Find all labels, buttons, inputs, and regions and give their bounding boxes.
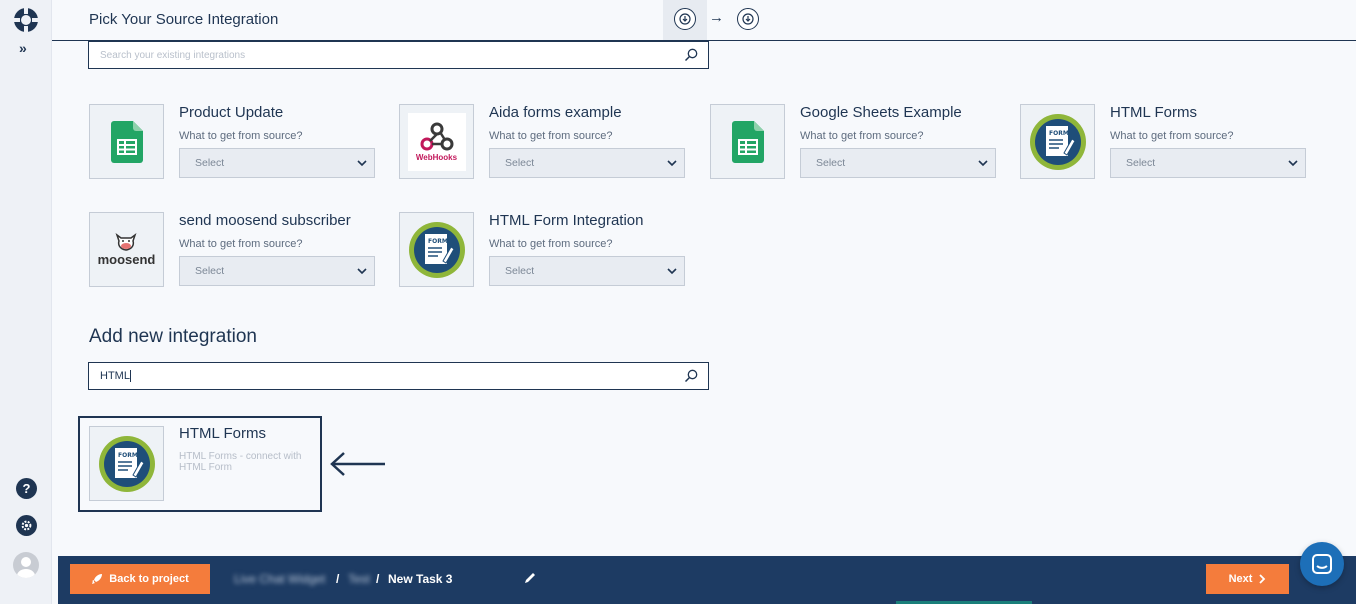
breadcrumb-project[interactable]: Live Chat Widget bbox=[234, 572, 325, 586]
next-button-label: Next bbox=[1228, 573, 1253, 585]
integration-card-aida-forms[interactable]: WebHooks Aida forms example What to get … bbox=[399, 104, 689, 180]
webhooks-icon-label: WebHooks bbox=[415, 153, 458, 162]
integration-name: Aida forms example bbox=[489, 104, 622, 121]
moosend-icon-label: moosend bbox=[97, 252, 156, 267]
select-value: Select bbox=[1126, 157, 1156, 169]
integration-thumb bbox=[89, 104, 164, 179]
select-value: Select bbox=[195, 157, 225, 169]
source-step-icon[interactable] bbox=[674, 8, 696, 30]
back-to-project-button[interactable]: Back to project bbox=[70, 564, 210, 594]
integration-name: Google Sheets Example bbox=[800, 104, 962, 121]
select-value: Select bbox=[505, 157, 535, 169]
settings-icon[interactable] bbox=[16, 515, 37, 536]
integration-name: HTML Forms bbox=[1110, 104, 1197, 121]
help-icon[interactable]: ? bbox=[16, 478, 37, 499]
chat-widget-button[interactable] bbox=[1300, 542, 1344, 586]
next-button[interactable]: Next bbox=[1206, 564, 1289, 594]
source-question-label: What to get from source? bbox=[800, 130, 924, 142]
source-select[interactable]: Select bbox=[1110, 148, 1306, 178]
expand-sidebar-icon[interactable]: » bbox=[19, 40, 27, 56]
chat-icon bbox=[1312, 554, 1332, 574]
source-select[interactable]: Select bbox=[489, 148, 685, 178]
add-new-integration-title: Add new integration bbox=[89, 326, 257, 347]
new-integration-search[interactable]: HTML bbox=[88, 362, 709, 390]
source-select[interactable]: Select bbox=[800, 148, 996, 178]
breadcrumb-separator: / bbox=[336, 572, 340, 586]
svg-text:FORM: FORM bbox=[118, 452, 138, 459]
svg-text:FORM: FORM bbox=[428, 238, 448, 245]
google-sheets-icon bbox=[731, 120, 764, 163]
select-value: Select bbox=[505, 265, 535, 277]
chevron-down-icon bbox=[357, 268, 367, 275]
chevron-right-icon bbox=[1259, 574, 1266, 584]
integration-card-product-update[interactable]: Product Update What to get from source? … bbox=[89, 104, 379, 180]
select-value: Select bbox=[816, 157, 846, 169]
existing-integrations-search[interactable]: Search your existing integrations bbox=[88, 41, 709, 69]
search-result-html-forms[interactable]: FORM HTML Forms HTML Forms - connect wit… bbox=[78, 416, 322, 512]
chevron-down-icon bbox=[667, 160, 677, 167]
arrow-left-icon bbox=[330, 452, 385, 476]
source-question-label: What to get from source? bbox=[489, 130, 613, 142]
chevron-down-icon bbox=[667, 268, 677, 275]
source-question-label: What to get from source? bbox=[179, 238, 303, 250]
breadcrumb-separator: / bbox=[376, 572, 380, 586]
html-form-icon: FORM bbox=[98, 435, 155, 492]
search-placeholder: Search your existing integrations bbox=[100, 49, 246, 61]
source-question-label: What to get from source? bbox=[1110, 130, 1234, 142]
step-arrow-icon: → bbox=[709, 9, 724, 26]
rocket-icon bbox=[92, 574, 103, 584]
integration-card-moosend[interactable]: moosend send moosend subscriber What to … bbox=[89, 212, 379, 288]
select-value: Select bbox=[195, 265, 225, 277]
html-form-icon: FORM bbox=[1029, 113, 1086, 170]
integration-name: send moosend subscriber bbox=[179, 212, 351, 229]
svg-text:FORM: FORM bbox=[1049, 130, 1069, 137]
integration-card-google-sheets-example[interactable]: Google Sheets Example What to get from s… bbox=[710, 104, 1000, 180]
app-logo-icon[interactable] bbox=[12, 6, 40, 34]
result-description: HTML Forms - connect with HTML Form bbox=[179, 451, 302, 473]
result-name: HTML Forms bbox=[179, 425, 266, 442]
webhooks-icon: WebHooks bbox=[407, 112, 466, 171]
page-title: Pick Your Source Integration bbox=[89, 11, 279, 28]
integration-thumb: moosend bbox=[89, 212, 164, 287]
source-question-label: What to get from source? bbox=[179, 130, 303, 142]
footer-bar: Back to project Live Chat Widget / Test … bbox=[58, 556, 1356, 604]
back-button-label: Back to project bbox=[109, 573, 189, 585]
integration-thumb: FORM bbox=[89, 426, 164, 501]
source-select[interactable]: Select bbox=[489, 256, 685, 286]
breadcrumb-folder[interactable]: Test bbox=[348, 572, 370, 586]
text-cursor bbox=[129, 370, 131, 382]
search-value: HTML bbox=[100, 370, 130, 382]
search-icon[interactable] bbox=[684, 48, 698, 62]
user-avatar[interactable] bbox=[13, 552, 39, 578]
source-question-label: What to get from source? bbox=[489, 238, 613, 250]
integration-card-html-forms[interactable]: FORM HTML Forms What to get from source?… bbox=[1020, 104, 1310, 180]
integration-card-html-form-integration[interactable]: FORM HTML Form Integration What to get f… bbox=[399, 212, 689, 288]
integration-thumb: FORM bbox=[1020, 104, 1095, 179]
search-icon[interactable] bbox=[684, 369, 698, 383]
integration-name: Product Update bbox=[179, 104, 284, 121]
edit-pencil-icon[interactable] bbox=[523, 571, 537, 585]
integration-name: HTML Form Integration bbox=[489, 212, 644, 229]
integration-thumb bbox=[710, 104, 785, 179]
source-select[interactable]: Select bbox=[179, 148, 375, 178]
breadcrumb-task: New Task 3 bbox=[388, 572, 453, 586]
destination-step-icon[interactable] bbox=[737, 8, 759, 30]
source-select[interactable]: Select bbox=[179, 256, 375, 286]
chevron-down-icon bbox=[978, 160, 988, 167]
google-sheets-icon bbox=[110, 120, 143, 163]
integration-thumb: WebHooks bbox=[399, 104, 474, 179]
html-form-icon: FORM bbox=[408, 221, 465, 278]
integration-thumb: FORM bbox=[399, 212, 474, 287]
chevron-down-icon bbox=[357, 160, 367, 167]
sidebar: » ? bbox=[0, 0, 52, 604]
chevron-down-icon bbox=[1288, 160, 1298, 167]
moosend-icon: moosend bbox=[97, 232, 156, 267]
